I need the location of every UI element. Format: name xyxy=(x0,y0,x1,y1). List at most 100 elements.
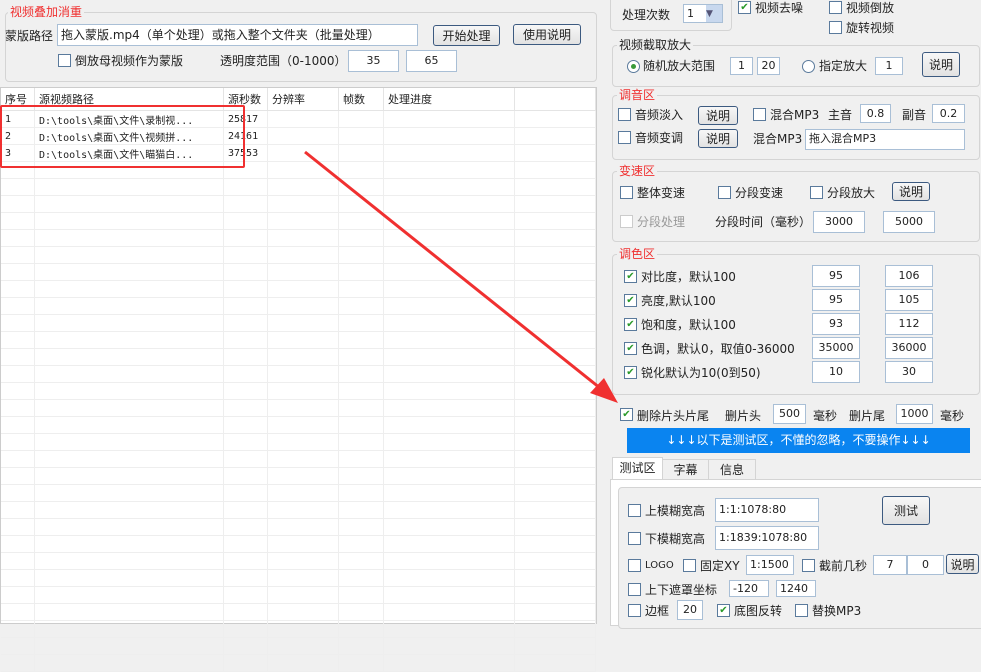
segment-min-input[interactable]: 3000 xyxy=(813,211,865,233)
color-row-checkbox[interactable]: ✔ xyxy=(624,366,637,379)
rotate-video-checkbox[interactable] xyxy=(829,21,842,34)
cut-help-button[interactable]: 说明 xyxy=(946,554,979,574)
empty-row xyxy=(1,654,596,672)
head-trim-unit: 毫秒 xyxy=(813,409,838,423)
audio-title: 调音区 xyxy=(617,88,658,102)
trim-label: 删除片头片尾 xyxy=(637,409,710,423)
mix-mp3-checkbox[interactable] xyxy=(753,108,766,121)
denoise-checkbox[interactable]: ✔ xyxy=(738,1,751,14)
color-row-min-input[interactable]: 95 xyxy=(812,265,860,287)
crop-title: 视频截取放大 xyxy=(617,38,694,52)
reverse-video-checkbox[interactable] xyxy=(829,1,842,14)
color-row-label: 饱和度，默认100 xyxy=(641,318,736,332)
color-row-checkbox[interactable]: ✔ xyxy=(624,318,637,331)
segment-speed-label: 分段变速 xyxy=(735,186,784,200)
color-row-max-input[interactable]: 112 xyxy=(885,313,933,335)
bottom-blur-checkbox[interactable] xyxy=(628,532,641,545)
fixed-xy-input[interactable]: 1:1500 xyxy=(746,555,794,575)
speed-help-button[interactable]: 说明 xyxy=(892,182,930,201)
sub-volume-input[interactable]: 0.2 xyxy=(932,104,965,123)
color-row-max-input[interactable]: 30 xyxy=(885,361,933,383)
color-row-max-input[interactable]: 36000 xyxy=(885,337,933,359)
color-row-checkbox[interactable]: ✔ xyxy=(624,294,637,307)
replace-mp3-checkbox[interactable] xyxy=(795,604,808,617)
whole-speed-checkbox[interactable] xyxy=(620,186,633,199)
test-button[interactable]: 测试 xyxy=(882,496,930,525)
color-title: 调色区 xyxy=(617,247,658,261)
mask-a-input[interactable]: -120 xyxy=(729,580,769,597)
border-label: 边框 xyxy=(645,604,670,618)
speed-title: 变速区 xyxy=(617,164,658,178)
main-volume-label: 主音 xyxy=(828,108,853,122)
mask-b-input[interactable]: 1240 xyxy=(776,580,816,597)
times-select[interactable]: 1 ▼ xyxy=(683,4,723,23)
tail-trim-unit: 毫秒 xyxy=(940,409,965,423)
replace-mp3-label: 替换MP3 xyxy=(812,604,862,618)
tail-trim-input[interactable]: 1000 xyxy=(896,404,933,424)
main-volume-input[interactable]: 0.8 xyxy=(860,104,891,123)
chevron-down-icon: ▼ xyxy=(706,5,722,22)
tab-info[interactable]: 信息 xyxy=(708,459,756,480)
random-zoom-radio[interactable] xyxy=(627,60,640,73)
color-row-min-input[interactable]: 10 xyxy=(812,361,860,383)
fadein-checkbox[interactable] xyxy=(618,108,631,121)
border-checkbox[interactable] xyxy=(628,604,641,617)
flip-checkbox[interactable]: ✔ xyxy=(717,604,730,617)
cut-b-input[interactable]: 0 xyxy=(907,555,944,575)
head-trim-input[interactable]: 500 xyxy=(773,404,806,424)
color-row-checkbox[interactable]: ✔ xyxy=(624,342,637,355)
pitch-checkbox[interactable] xyxy=(618,131,631,144)
empty-row xyxy=(1,637,596,655)
color-row-checkbox[interactable]: ✔ xyxy=(624,270,637,283)
test-zone-banner: ↓↓↓以下是测试区，不懂的忽略，不要操作↓↓↓ xyxy=(627,428,970,453)
segment-process-checkbox[interactable] xyxy=(620,215,633,228)
tab-test[interactable]: 测试区 xyxy=(612,457,663,480)
color-row-label: 亮度,默认100 xyxy=(641,294,716,308)
logo-checkbox[interactable] xyxy=(628,559,641,572)
fadein-help-button[interactable]: 说明 xyxy=(698,106,738,125)
random-zoom-label: 随机放大范围 xyxy=(643,59,716,73)
trim-checkbox[interactable]: ✔ xyxy=(620,408,633,421)
border-input[interactable]: 20 xyxy=(677,600,703,620)
rotate-video-label: 旋转视频 xyxy=(846,21,895,35)
cut-a-input[interactable]: 7 xyxy=(873,555,907,575)
fixed-zoom-radio[interactable] xyxy=(802,60,815,73)
whole-speed-label: 整体变速 xyxy=(637,186,686,200)
random-max-input[interactable]: 20 xyxy=(757,57,780,75)
head-trim-label: 删片头 xyxy=(725,409,762,423)
pitch-help-button[interactable]: 说明 xyxy=(698,129,738,148)
cut-front-checkbox[interactable] xyxy=(802,559,815,572)
fixed-zoom-label: 指定放大 xyxy=(819,59,868,73)
top-blur-label: 上模糊宽高 xyxy=(645,504,706,518)
segment-max-input[interactable]: 5000 xyxy=(883,211,935,233)
random-min-input[interactable]: 1 xyxy=(730,57,753,75)
bottom-blur-input[interactable]: 1:1839:1078:80 xyxy=(715,526,819,550)
color-row-min-input[interactable]: 35000 xyxy=(812,337,860,359)
pitch-label: 音频变调 xyxy=(635,131,684,145)
mix-path-label: 混合MP3 xyxy=(753,132,803,146)
times-label: 处理次数 xyxy=(622,8,671,22)
top-blur-input[interactable]: 1:1:1078:80 xyxy=(715,498,819,522)
segment-speed-checkbox[interactable] xyxy=(718,186,731,199)
tab-subtitle[interactable]: 字幕 xyxy=(662,459,709,480)
crop-help-button[interactable]: 说明 xyxy=(922,52,960,77)
audio-group xyxy=(612,95,980,160)
segment-zoom-label: 分段放大 xyxy=(827,186,876,200)
fixed-zoom-input[interactable]: 1 xyxy=(875,57,903,75)
segment-zoom-checkbox[interactable] xyxy=(810,186,823,199)
logo-label: LOGO xyxy=(645,560,674,571)
color-row-min-input[interactable]: 95 xyxy=(812,289,860,311)
top-blur-checkbox[interactable] xyxy=(628,504,641,517)
color-row-max-input[interactable]: 106 xyxy=(885,265,933,287)
segment-process-label: 分段处理 xyxy=(637,215,686,229)
color-row-min-input[interactable]: 93 xyxy=(812,313,860,335)
mask-coord-checkbox[interactable] xyxy=(628,583,641,596)
bottom-blur-label: 下模糊宽高 xyxy=(645,532,706,546)
mix-path-input[interactable]: 拖入混合MP3 xyxy=(805,129,965,150)
color-row-label: 锐化默认为10(0到50) xyxy=(641,366,761,380)
color-row-label: 对比度，默认100 xyxy=(641,270,736,284)
fixed-xy-label: 固定XY xyxy=(700,559,740,573)
color-row-max-input[interactable]: 105 xyxy=(885,289,933,311)
fixed-xy-checkbox[interactable] xyxy=(683,559,696,572)
flip-label: 底图反转 xyxy=(734,604,783,618)
